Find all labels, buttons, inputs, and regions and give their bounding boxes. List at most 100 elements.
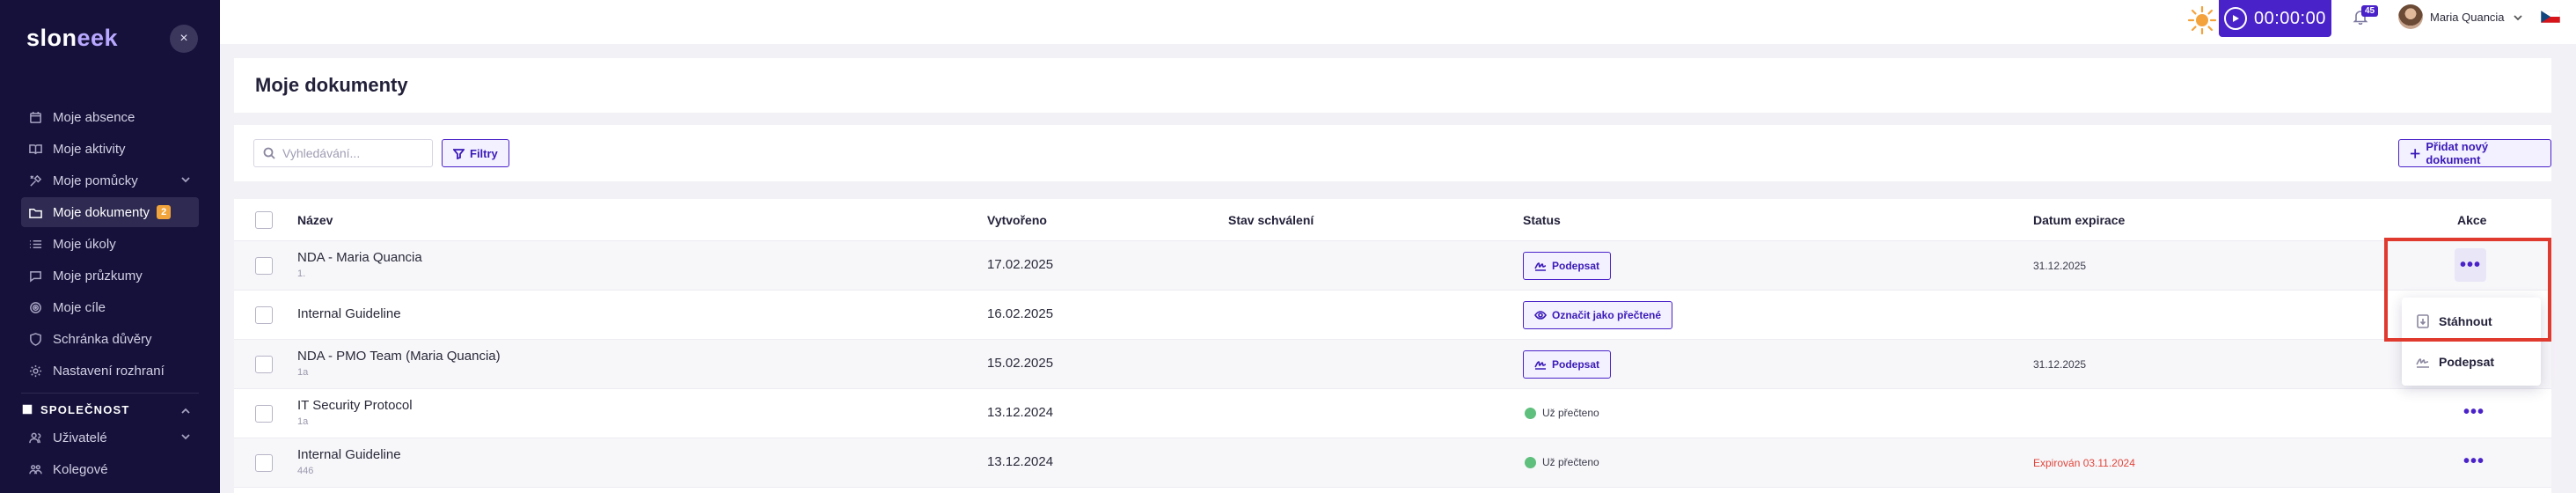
sidebar-item-moje-pomucky[interactable]: Moje pomůcky [21, 166, 199, 195]
created-date: 13.12.2024 [987, 405, 1054, 420]
sidebar-item-label: Schránka důvěry [53, 331, 152, 347]
sidebar-item-label: Moje dokumenty [53, 204, 150, 220]
row-actions-button[interactable]: ••• [2463, 453, 2485, 470]
folder-icon [28, 205, 42, 219]
row-checkbox[interactable] [255, 306, 273, 324]
table-row[interactable]: Internal Guideline 446 13.12.2024 Už pře… [234, 438, 2551, 488]
sidebar-item-kolegove[interactable]: Kolegové [21, 454, 199, 484]
building-icon [21, 403, 35, 417]
users-icon [28, 430, 42, 445]
row-checkbox[interactable] [255, 405, 273, 423]
sidebar-item-schranka-duvery[interactable]: Schránka důvěry [21, 324, 199, 354]
sidebar-item-label: Uživatelé [53, 430, 107, 445]
document-name[interactable]: Internal Guideline 446 [297, 447, 401, 476]
sidebar-item-label: Moje cíle [53, 299, 106, 315]
sidebar-item-moje-absence[interactable]: Moje absence [21, 102, 199, 132]
sidebar-item-moje-ukoly[interactable]: Moje úkoly [21, 229, 199, 259]
column-header-status[interactable]: Status [1523, 213, 1561, 227]
sidebar-menu: Moje absence Moje aktivity Moje pomůcky … [21, 102, 199, 486]
column-header-actions: Akce [2457, 213, 2487, 227]
user-name[interactable]: Maria Quancia [2430, 11, 2505, 24]
document-name[interactable]: NDA - Maria Quancia 1. [297, 250, 422, 279]
select-all-checkbox[interactable] [255, 211, 273, 229]
created-date: 15.02.2025 [987, 356, 1054, 371]
menu-item-sign[interactable]: Podepsat [2402, 342, 2541, 382]
filter-panel: Filtry Přidat nový dokument [234, 125, 2551, 181]
list-icon [28, 237, 42, 251]
play-icon [2224, 7, 2247, 30]
row-checkbox[interactable] [255, 257, 273, 275]
row-checkbox[interactable] [255, 356, 273, 373]
created-date: 17.02.2025 [987, 257, 1054, 272]
target-icon [28, 300, 42, 314]
column-header-approval[interactable]: Stav schválení [1228, 213, 1314, 227]
filters-button[interactable]: Filtry [442, 139, 509, 167]
avatar[interactable] [2398, 4, 2423, 29]
table-row[interactable]: IT Security Protocol 1a 13.12.2024 Už př… [234, 389, 2551, 438]
column-header-expiry[interactable]: Datum expirace [2033, 213, 2125, 227]
filters-label: Filtry [470, 146, 498, 160]
sidebar-close-button[interactable]: × [170, 25, 198, 53]
calendar-icon [28, 110, 42, 124]
notifications-badge: 45 [2361, 5, 2379, 17]
expiry-date: 31.12.2025 [2033, 358, 2087, 371]
sign-button[interactable]: Podepsat [1523, 252, 1612, 280]
shield-icon [28, 332, 42, 346]
plus-icon [2410, 148, 2420, 158]
search-box[interactable] [253, 139, 433, 167]
mark-as-read-button[interactable]: Označit jako přečtené [1523, 301, 1673, 329]
title-panel: Moje dokumenty [234, 58, 2551, 113]
chevron-down-icon[interactable] [179, 173, 192, 186]
column-header-created[interactable]: Vytvořeno [987, 213, 1047, 227]
chat-icon [28, 269, 42, 283]
sun-icon[interactable] [2187, 5, 2217, 35]
signature-icon [2416, 358, 2429, 368]
sidebar-item-nastaveni-rozhrani[interactable]: Nastavení rozhraní [21, 356, 199, 386]
sidebar-section-label: SPOLEČNOST [40, 403, 130, 416]
sidebar-item-moje-pruzkumy[interactable]: Moje průzkumy [21, 261, 199, 291]
document-name[interactable]: Internal Guideline [297, 306, 401, 321]
chevron-up-icon[interactable] [179, 405, 192, 420]
highlight-box [2384, 238, 2551, 342]
sign-button[interactable]: Podepsat [1523, 350, 1612, 379]
page-title: Moje dokumenty [255, 74, 408, 96]
sidebar-item-moje-aktivity[interactable]: Moje aktivity [21, 134, 199, 164]
document-name[interactable]: IT Security Protocol 1a [297, 398, 413, 427]
search-input[interactable] [282, 146, 423, 160]
add-document-button[interactable]: Přidat nový dokument [2398, 139, 2551, 167]
table-row[interactable]: NDA - Maria Quancia 1. 17.02.2025 Podeps… [234, 241, 2551, 291]
row-actions-button[interactable]: ••• [2463, 403, 2485, 421]
document-name[interactable]: NDA - PMO Team (Maria Quancia) 1a [297, 349, 501, 378]
document-version: 1. [297, 269, 306, 279]
chevron-down-icon[interactable] [2513, 11, 2523, 27]
czech-flag-icon[interactable] [2541, 11, 2560, 23]
search-icon [263, 147, 275, 159]
tools-icon [28, 173, 42, 188]
sidebar-item-label: Kolegové [53, 461, 108, 477]
document-version: 1a [297, 416, 309, 427]
sidebar-item-moje-dokumenty[interactable]: Moje dokumenty 2 [21, 197, 199, 227]
gear-icon [28, 364, 42, 378]
expiry-date: 31.12.2025 [2033, 260, 2087, 272]
table-row[interactable]: Internal Guideline 16.02.2025 Označit ja… [234, 291, 2551, 340]
timer-value: 00:00:00 [2254, 8, 2326, 28]
people-icon [28, 462, 42, 476]
sidebar-item-uzivatele[interactable]: Uživatelé [21, 423, 199, 453]
created-date: 13.12.2024 [987, 454, 1054, 469]
table-row[interactable]: NDA - PMO Team (Maria Quancia) 1a 15.02.… [234, 340, 2551, 389]
logo[interactable]: sloneek [26, 25, 118, 52]
sidebar-item-label: Moje pomůcky [53, 173, 138, 188]
status-dot-icon [1525, 407, 1536, 419]
sidebar-item-label: Moje průzkumy [53, 268, 143, 283]
chevron-down-icon[interactable] [179, 430, 192, 443]
sidebar-item-moje-cile[interactable]: Moje cíle [21, 292, 199, 322]
row-checkbox[interactable] [255, 454, 273, 472]
document-version: 1a [297, 367, 309, 378]
book-icon [28, 142, 42, 156]
column-header-name[interactable]: Název [297, 213, 333, 227]
count-badge: 2 [157, 205, 172, 219]
sidebar-section-spolecnost[interactable]: SPOLEČNOST [21, 393, 199, 423]
signature-icon [1534, 262, 1547, 271]
time-tracker-button[interactable]: 00:00:00 [2219, 0, 2331, 37]
eye-icon [1534, 311, 1547, 320]
